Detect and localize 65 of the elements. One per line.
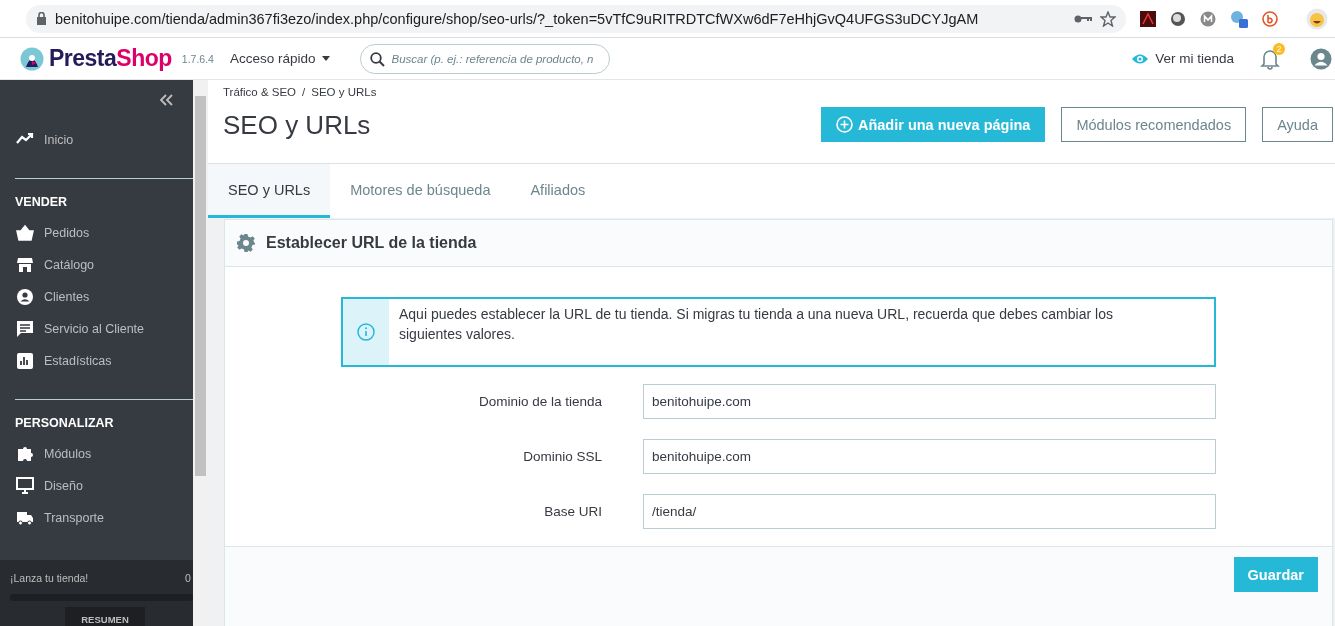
sidebar-item[interactable]: Catálogo <box>0 249 193 281</box>
summary-button[interactable]: RESUMEN <box>65 607 145 626</box>
launch-percent: 0 <box>185 572 192 584</box>
search-icon <box>369 51 385 67</box>
store-icon <box>16 256 34 274</box>
puffin-logo-icon <box>20 46 44 71</box>
monitor-icon <box>16 477 34 495</box>
key-icon[interactable] <box>1074 13 1092 24</box>
user-circle-icon <box>16 288 34 306</box>
collapse-icon[interactable] <box>159 94 173 106</box>
version-label: 1.7.6.4 <box>181 52 214 65</box>
lock-icon <box>36 12 47 25</box>
address-bar[interactable]: benitohuipe.com/tienda/admin367fi3ezo/index.php/configure/shop/seo-urls/?_token=5vTfC9uRITRDTCfWXw6dF7eHhjGvQ4UFGS3uDCYJgAM <box>26 4 1126 33</box>
header-button[interactable]: Ayuda <box>1262 107 1333 142</box>
view-store-link[interactable]: Ver mi tienda <box>1131 51 1234 66</box>
sidebar-item[interactable]: Inicio <box>0 124 193 156</box>
tab[interactable]: SEO y URLs <box>208 164 331 218</box>
field-label: Dominio SSL <box>522 449 602 464</box>
truck-icon <box>16 509 34 527</box>
info-icon <box>357 323 375 341</box>
bell-icon[interactable] <box>1260 47 1280 70</box>
m-circle-extension-icon[interactable] <box>1200 10 1216 27</box>
star-icon[interactable] <box>1100 10 1116 27</box>
field-label: Dominio de la tienda <box>477 394 602 409</box>
panel-title: Establecer URL de la tienda <box>266 234 477 252</box>
sidebar-item[interactable]: Pedidos <box>0 217 193 249</box>
emoji-avatar-icon[interactable] <box>1306 7 1328 30</box>
header-button[interactable]: Módulos recomendados <box>1061 107 1247 142</box>
plus-circle-icon <box>835 116 853 133</box>
quick-access-menu[interactable]: Acceso rápido <box>229 51 330 66</box>
gear-icon <box>236 233 256 253</box>
text-field[interactable]: benitohuipe.com <box>643 439 1216 474</box>
sidebar-item[interactable]: Clientes <box>0 281 193 313</box>
sidebar-item[interactable]: Transporte <box>0 502 193 534</box>
field-label: Base URI <box>543 504 602 519</box>
breadcrumb-item[interactable]: Tráfico & SEO <box>223 86 297 98</box>
sidebar-item[interactable]: Estadísticas <box>0 345 193 377</box>
user-avatar-icon[interactable] <box>1310 47 1332 70</box>
eye-icon <box>1131 52 1150 65</box>
b-circle-extension-icon[interactable] <box>1262 10 1278 27</box>
search-field[interactable]: Buscar (p. ej.: referencia de producto, n <box>359 43 610 74</box>
sphere-extension-icon[interactable] <box>1170 10 1186 27</box>
launch-store-label: ¡Lanza tu tienda! <box>10 572 89 584</box>
sidebar-item[interactable]: Módulos <box>0 438 193 470</box>
page-title: SEO y URLs <box>223 110 371 141</box>
text-field[interactable]: benitohuipe.com <box>643 384 1216 419</box>
logo-text: PrestaShop <box>49 45 172 72</box>
pdf-extension-icon[interactable] <box>1140 10 1156 27</box>
breadcrumb-separator: / <box>302 86 306 98</box>
sidebar-item[interactable]: Diseño <box>0 470 193 502</box>
alert-text: Aqui puedes establecer la URL de tu tienda. Si migras tu tienda a una nueva URL, recuerda que debes cambiar los siguientes valores. <box>398 305 1114 344</box>
sidebar-heading: PERSONALIZAR <box>14 415 115 432</box>
puzzle-piece-icon <box>16 445 34 463</box>
notification-badge: 2 <box>1273 42 1285 55</box>
text-field[interactable]: /tienda/ <box>643 494 1216 529</box>
bar-chart-icon <box>16 352 34 370</box>
scrollbar[interactable] <box>193 80 208 626</box>
caret-icon <box>321 56 330 61</box>
chat-bubble-icon <box>16 320 34 338</box>
basket-icon <box>16 224 34 242</box>
sidebar-item[interactable]: Servicio al Cliente <box>0 313 193 345</box>
tab[interactable]: Motores de búsqueda <box>330 164 511 218</box>
sidebar-heading: VENDER <box>14 194 69 211</box>
breadcrumb-item: SEO y URLs <box>311 86 377 98</box>
tab[interactable]: Afiliados <box>510 164 606 218</box>
